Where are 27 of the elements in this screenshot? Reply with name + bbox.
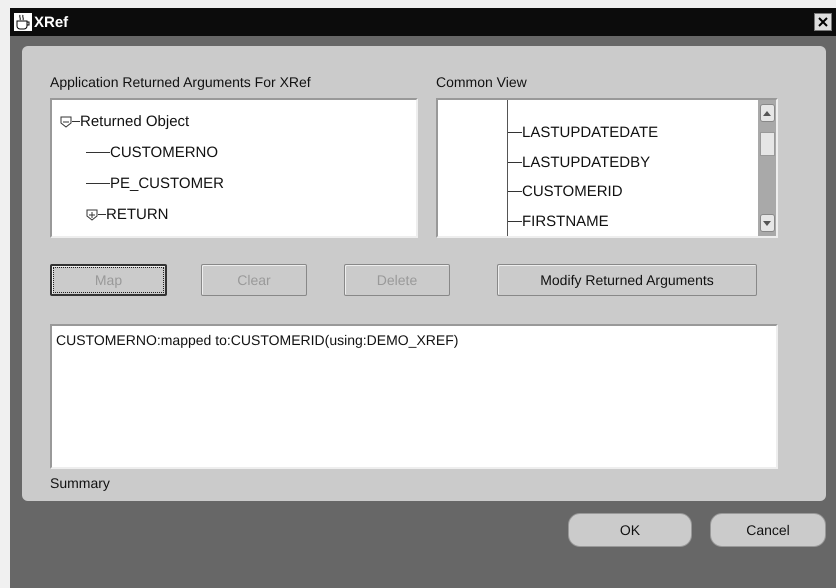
summary-label: Summary bbox=[50, 475, 111, 491]
scroll-up-button[interactable] bbox=[760, 104, 774, 122]
tree-item[interactable]: RETURN bbox=[106, 206, 168, 223]
collapse-icon[interactable] bbox=[60, 116, 72, 128]
close-icon bbox=[818, 17, 828, 27]
summary-field[interactable]: CUSTOMERNO:mapped to:CUSTOMERID(using:DEMO_XREF) bbox=[50, 324, 778, 469]
tree-item[interactable]: FIRSTNAME bbox=[522, 212, 609, 230]
down-arrow-icon bbox=[763, 220, 771, 226]
tree-item[interactable]: PE_CUSTOMER bbox=[110, 175, 224, 192]
dialog-button[interactable]: OK bbox=[568, 513, 692, 547]
tree-label: Application Returned Arguments For XRef bbox=[50, 74, 312, 90]
action-button[interactable]: Modify Returned Arguments bbox=[497, 264, 757, 296]
window-title: XRef bbox=[34, 14, 70, 30]
tree-item[interactable]: CUSTOMERNO bbox=[110, 144, 218, 161]
scrollbar[interactable] bbox=[758, 100, 776, 236]
expand-icon[interactable] bbox=[86, 208, 98, 220]
close-button[interactable] bbox=[814, 13, 832, 31]
scroll-down-button[interactable] bbox=[760, 214, 774, 232]
view-label: Common View bbox=[436, 74, 528, 90]
tree-item[interactable]: LASTUPDATEDATE bbox=[522, 124, 658, 142]
up-arrow-icon bbox=[763, 110, 771, 116]
dialog-button[interactable]: Cancel bbox=[710, 513, 826, 547]
scroll-thumb[interactable] bbox=[760, 132, 774, 156]
coffee-cup-icon bbox=[14, 13, 32, 31]
tree-item[interactable]: LASTUPDATEDBY bbox=[522, 154, 650, 171]
tree-item[interactable]: CUSTOMERID bbox=[522, 183, 623, 200]
tree-item[interactable]: Returned Object bbox=[80, 113, 190, 130]
